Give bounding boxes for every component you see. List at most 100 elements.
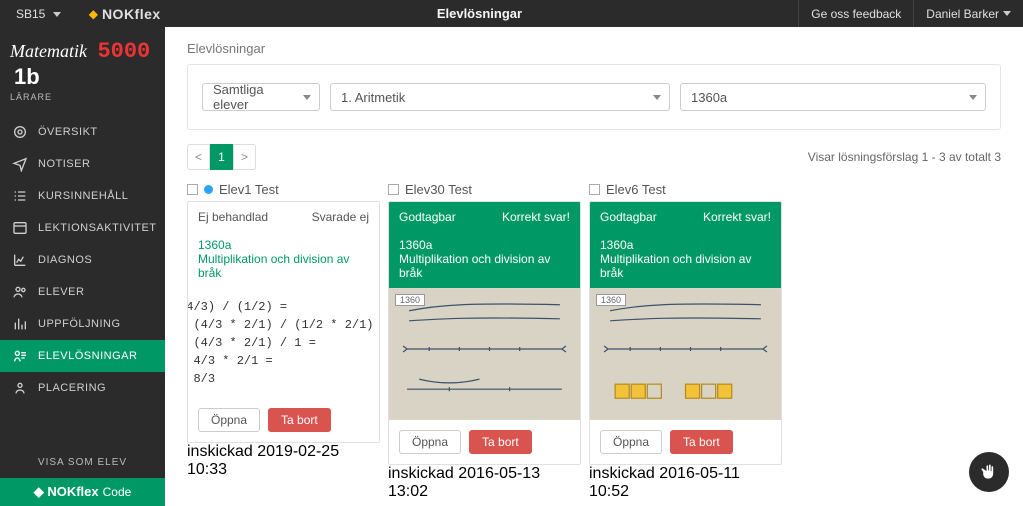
pager: < 1 > bbox=[187, 144, 256, 170]
diamond-icon: ◆ bbox=[34, 484, 44, 499]
user-name: Daniel Barker bbox=[926, 7, 999, 21]
delete-button[interactable]: Ta bort bbox=[268, 408, 331, 432]
student-name: Elev6 Test bbox=[606, 182, 666, 197]
sidebar-item-diag[interactable]: DIAGNOS bbox=[0, 244, 165, 276]
help-button[interactable] bbox=[969, 452, 1009, 492]
task-select[interactable]: 1360a bbox=[680, 83, 986, 111]
task-tag: 1360 bbox=[395, 294, 425, 306]
open-button[interactable]: Öppna bbox=[198, 408, 260, 432]
users-icon bbox=[12, 284, 28, 300]
status-left: Ej behandlad bbox=[198, 210, 268, 224]
caret-down-icon bbox=[1003, 11, 1011, 16]
result-count: Visar lösningsförslag 1 - 3 av totalt 3 bbox=[808, 150, 1001, 164]
sidebar-item-users[interactable]: ELEVER bbox=[0, 276, 165, 308]
sidebar-item-label: LEKTIONSAKTIVITET bbox=[38, 222, 157, 234]
pager-prev[interactable]: < bbox=[187, 144, 210, 170]
sidebar-item-label: NOTISER bbox=[38, 158, 90, 170]
cards-row: Elev1 TestEj behandladSvarade ej1360aMul… bbox=[165, 182, 1023, 501]
topbar: SB15 ◆ NOKflex Elevlösningar Ge oss feed… bbox=[0, 0, 1023, 27]
card-body: Ej behandlad Svarade ej 1360aMultiplikatio… bbox=[187, 201, 380, 443]
brand-logo[interactable]: ◆ NOKflex bbox=[77, 6, 161, 22]
status-right: Korrekt svar! bbox=[703, 210, 771, 224]
task-id[interactable]: 1360a bbox=[399, 238, 570, 252]
pager-next[interactable]: > bbox=[233, 144, 256, 170]
card-body: Godtagbar Korrekt svar! 1360aMultiplikatio… bbox=[589, 201, 782, 465]
caret-down-icon bbox=[303, 95, 311, 100]
sidebar-item-label: DIAGNOS bbox=[38, 254, 92, 266]
card-actions: Öppna Ta bort bbox=[389, 420, 580, 464]
delete-button[interactable]: Ta bort bbox=[670, 430, 733, 454]
task-info: 1360aMultiplikation och division av bråk bbox=[389, 232, 580, 288]
select-checkbox[interactable] bbox=[388, 184, 399, 195]
open-button[interactable]: Öppna bbox=[399, 430, 461, 454]
feedback-link[interactable]: Ge oss feedback bbox=[798, 0, 914, 27]
sidebar-nav: ÖVERSIKT NOTISER KURSINNEHÅLL LEKTIONSAKTIV… bbox=[0, 116, 165, 447]
status-left: Godtagbar bbox=[600, 210, 657, 224]
sidebar-item-label: KURSINNEHÅLL bbox=[38, 190, 128, 202]
delete-button[interactable]: Ta bort bbox=[469, 430, 532, 454]
view-as-student[interactable]: VISA SOM ELEV bbox=[0, 447, 165, 478]
diag-icon bbox=[12, 252, 28, 268]
card-header: Elev6 Test bbox=[589, 182, 782, 201]
task-info: 1360aMultiplikation och division av bråk bbox=[590, 232, 781, 288]
submitted-timestamp: inskickad 2016-05-13 13:02 bbox=[388, 465, 581, 501]
workspace-label: SB15 bbox=[16, 7, 45, 21]
unread-dot-icon bbox=[204, 185, 213, 194]
students-select[interactable]: Samtliga elever bbox=[202, 83, 320, 111]
solution-image[interactable]: 1360 bbox=[389, 288, 580, 420]
sidebar-item-label: UPPFÖLJNING bbox=[38, 318, 121, 330]
card-header: Elev30 Test bbox=[388, 182, 581, 201]
status-left: Godtagbar bbox=[399, 210, 456, 224]
select-checkbox[interactable] bbox=[187, 184, 198, 195]
status-right: Svarade ej bbox=[312, 210, 369, 224]
solution-card: Elev6 Test Godtagbar Korrekt svar! 1360aMul… bbox=[589, 182, 782, 501]
breadcrumb: Elevlösningar bbox=[165, 27, 1023, 64]
page-title: Elevlösningar bbox=[161, 6, 799, 21]
card-actions: Öppna Ta bort bbox=[590, 420, 781, 464]
sidebar-item-place[interactable]: PLACERING bbox=[0, 372, 165, 404]
card-actions: Öppna Ta bort bbox=[188, 398, 379, 442]
overview-icon bbox=[12, 124, 28, 140]
sidebar-item-label: PLACERING bbox=[38, 382, 106, 394]
sidebar-item-label: ELEVER bbox=[38, 286, 84, 298]
task-id[interactable]: 1360a bbox=[198, 238, 369, 252]
sidebar-item-notice[interactable]: NOTISER bbox=[0, 148, 165, 180]
activity-icon bbox=[12, 220, 28, 236]
book-cover[interactable]: Matematik 5000 1b LÄRARE bbox=[0, 27, 165, 108]
user-role: LÄRARE bbox=[10, 92, 155, 102]
pager-row: < 1 > Visar lösningsförslag 1 - 3 av tot… bbox=[165, 144, 1023, 182]
student-name: Elev1 Test bbox=[219, 182, 279, 197]
hand-icon bbox=[979, 462, 999, 482]
task-name[interactable]: Multiplikation och division av bråk bbox=[198, 252, 369, 280]
sidebar-item-solutions[interactable]: ELEVLÖSNINGAR bbox=[0, 340, 165, 372]
card-body: Godtagbar Korrekt svar! 1360aMultiplikatio… bbox=[388, 201, 581, 465]
open-button[interactable]: Öppna bbox=[600, 430, 662, 454]
status-right: Korrekt svar! bbox=[502, 210, 570, 224]
user-menu[interactable]: Daniel Barker bbox=[914, 7, 1023, 21]
student-name: Elev30 Test bbox=[405, 182, 472, 197]
task-name[interactable]: Multiplikation och division av bråk bbox=[399, 252, 570, 280]
book-title: Matematik bbox=[10, 41, 87, 61]
sidebar-item-activity[interactable]: LEKTIONSAKTIVITET bbox=[0, 212, 165, 244]
card-header: Elev1 Test bbox=[187, 182, 380, 201]
chapter-select[interactable]: 1. Aritmetik bbox=[330, 83, 670, 111]
status-row: Godtagbar Korrekt svar! bbox=[389, 202, 580, 232]
task-id[interactable]: 1360a bbox=[600, 238, 771, 252]
sidebar-item-label: ÖVERSIKT bbox=[38, 126, 98, 138]
sidebar-item-overview[interactable]: ÖVERSIKT bbox=[0, 116, 165, 148]
select-checkbox[interactable] bbox=[589, 184, 600, 195]
pager-page-1[interactable]: 1 bbox=[210, 144, 233, 170]
submitted-timestamp: inskickad 2016-05-11 10:52 bbox=[589, 465, 782, 501]
solutions-icon bbox=[12, 348, 28, 364]
filter-panel: Samtliga elever 1. Aritmetik 1360a bbox=[187, 64, 1001, 130]
nokflex-code-link[interactable]: ◆ NOKflexCode bbox=[0, 478, 165, 506]
workspace-switcher[interactable]: SB15 bbox=[0, 7, 77, 21]
main-content: Elevlösningar Samtliga elever 1. Aritmet… bbox=[165, 27, 1023, 506]
caret-down-icon bbox=[53, 12, 61, 17]
sidebar-item-chart[interactable]: UPPFÖLJNING bbox=[0, 308, 165, 340]
solution-card: Elev30 Test Godtagbar Korrekt svar! 1360aMu… bbox=[388, 182, 581, 501]
diamond-icon: ◆ bbox=[89, 7, 98, 21]
solution-image[interactable]: 1360 bbox=[590, 288, 781, 420]
sidebar-item-list[interactable]: KURSINNEHÅLL bbox=[0, 180, 165, 212]
task-name[interactable]: Multiplikation och division av bråk bbox=[600, 252, 771, 280]
